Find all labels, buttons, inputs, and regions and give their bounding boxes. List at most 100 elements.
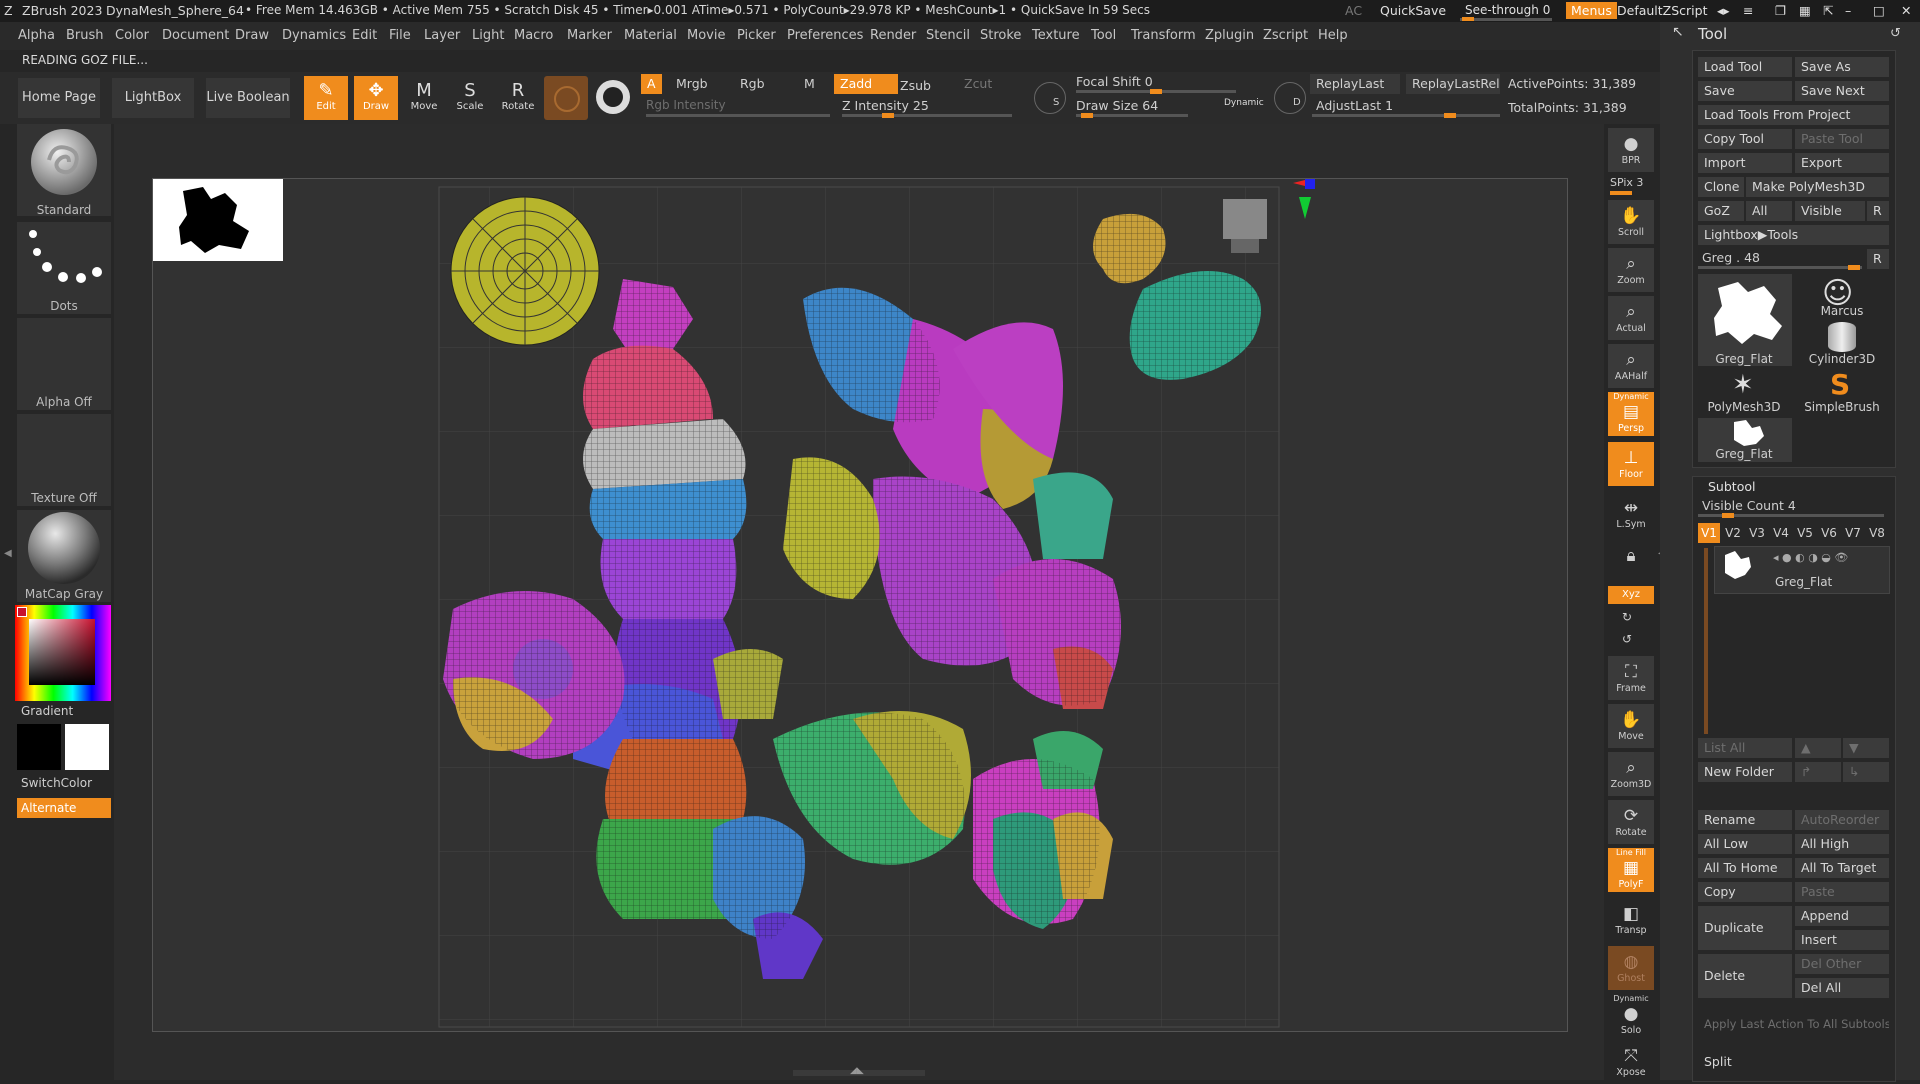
m-toggle[interactable]: M [798,74,821,94]
rotate-mode-button[interactable]: R Rotate [496,76,540,120]
floor-button[interactable]: ⊥ Floor [1608,442,1654,486]
color-picker[interactable] [15,605,111,701]
bottom-tray-arrow-icon[interactable]: ◢◣ [850,1066,864,1076]
persp-button[interactable]: Dynamic ▤ Persp [1608,392,1654,436]
tab-v8[interactable]: V8 [1866,523,1888,543]
focal-shift-knob[interactable] [1150,89,1162,94]
delete-button[interactable]: Delete [1698,954,1792,998]
copy-tool-button[interactable]: Copy Tool [1698,129,1792,149]
goz-button[interactable]: GoZ [1698,201,1744,221]
replay-last-button[interactable]: ReplayLast [1310,74,1400,94]
minimize-icon[interactable]: – [1840,2,1856,19]
dynamic-size-toggle[interactable]: Dynamic [1224,98,1264,108]
close-icon[interactable]: ✕ [1896,2,1916,19]
menu-light[interactable]: Light [472,28,504,43]
goz-all-button[interactable]: All [1746,201,1792,221]
spix-slider[interactable]: SPix 3 [1610,176,1643,189]
z-intensity-slider[interactable] [842,114,1012,117]
tab-v5[interactable]: V5 [1794,523,1816,543]
tool-tile-label-marcus[interactable]: Marcus [1796,304,1888,318]
frame-button[interactable]: ⛶ Frame [1608,656,1654,700]
menu-preferences[interactable]: Preferences [787,28,863,43]
menu-stroke[interactable]: Stroke [980,28,1021,43]
menu-zscript[interactable]: Zscript [1263,28,1308,43]
material-swatch[interactable] [544,76,588,120]
lightbox-button[interactable]: LightBox [112,78,194,118]
home-page-button[interactable]: Home Page [18,78,100,118]
cylinder3d-icon[interactable] [1828,322,1856,352]
menu-texture[interactable]: Texture [1032,28,1080,43]
local-sym-button[interactable]: ⇹ L.Sym [1608,492,1654,536]
subtool-item-greg-flat[interactable]: ◂ ● ◐ ◑ ◒ 👁︎ Greg_Flat [1714,546,1890,594]
load-tools-from-project-button[interactable]: Load Tools From Project [1698,105,1889,125]
menu-picker[interactable]: Picker [737,28,776,43]
tool-tile-label-cylinder3d[interactable]: Cylinder3D [1796,352,1888,366]
layout-arrows-icon[interactable]: ◂▸ [1712,2,1735,19]
goz-r-button[interactable]: R [1867,201,1889,221]
lazy-d-icon[interactable]: D [1274,82,1306,114]
folder-up-icon[interactable]: ↱ [1795,762,1841,782]
live-boolean-button[interactable]: Live Boolean [206,78,290,118]
tool-palette-reset-icon[interactable]: ↺ [1890,26,1901,41]
make-polymesh3d-button[interactable]: Make PolyMesh3D [1746,177,1889,197]
subtool-eye-icon[interactable]: ◂ ● ◐ ◑ ◒ 👁︎ [1773,551,1848,564]
subtool-scrollbar[interactable] [1704,548,1708,734]
menu-dynamics[interactable]: Dynamics [282,28,346,43]
color-marker[interactable] [17,607,27,617]
ghost-button[interactable]: ◍ Ghost [1608,946,1654,990]
menu-material[interactable]: Material [624,28,677,43]
paste-tool-button[interactable]: Paste Tool [1795,129,1889,149]
tab-v4[interactable]: V4 [1770,523,1792,543]
alternate-button[interactable]: Alternate [17,798,111,818]
z-intensity-knob[interactable] [881,113,894,118]
rotate-view-button[interactable]: ⟳ Rotate [1608,800,1654,844]
all-to-home-button[interactable]: All To Home [1698,858,1792,878]
menu-help[interactable]: Help [1318,28,1348,43]
menu-marker[interactable]: Marker [567,28,612,43]
move-mode-button[interactable]: M Move [402,76,446,120]
scale-mode-button[interactable]: S Scale [448,76,492,120]
tab-v2[interactable]: V2 [1722,523,1744,543]
zadd-toggle[interactable]: Zadd [834,74,898,94]
zoom3d-button[interactable]: ⌕ Zoom3D [1608,752,1654,796]
insert-button[interactable]: Insert [1795,930,1889,950]
see-through-knob[interactable] [1462,17,1474,21]
menu-document[interactable]: Document [162,28,229,43]
greg-slider[interactable] [1698,266,1862,269]
switchcolor-button[interactable]: SwitchColor [21,776,92,790]
del-other-button[interactable]: Del Other [1795,954,1889,974]
default-zscript-button[interactable]: DefaultZScript [1612,2,1713,19]
draw-mode-button[interactable]: ✥ Draw [354,76,398,120]
primary-color-swatch[interactable] [65,724,109,770]
export-button[interactable]: Export [1795,153,1889,173]
adjust-last-knob[interactable] [1444,113,1456,118]
save-button[interactable]: Save [1698,81,1792,101]
tool-tile-label-simplebrush[interactable]: SimpleBrush [1796,400,1888,414]
lightbox-tools-button[interactable]: Lightbox▶Tools [1698,225,1889,245]
mrgb-toggle[interactable]: Mrgb [670,74,732,94]
tab-v1[interactable]: V1 [1698,523,1720,543]
polyf-button[interactable]: Line Fill ▦ PolyF [1608,848,1654,892]
rotate-y-icon[interactable]: ↻ [1622,610,1632,624]
all-to-target-button[interactable]: All To Target [1795,858,1889,878]
polymesh3d-star-icon[interactable]: ✶ [1732,370,1754,400]
lock-button[interactable]: 🔒︎ [1608,540,1654,584]
zoom-button[interactable]: ⌕ Zoom [1608,248,1654,292]
split-button[interactable]: Split [1698,1052,1889,1072]
quicksave-button[interactable]: QuickSave [1375,2,1451,19]
duplicate-button[interactable]: Duplicate [1698,906,1792,950]
rotate-z-icon[interactable]: ↺ [1622,632,1632,646]
menu-macro[interactable]: Macro [514,28,553,43]
rgb-intensity-slider[interactable] [646,114,830,117]
actual-button[interactable]: ⌕ Actual [1608,296,1654,340]
solo-button[interactable]: Dynamic ● Solo [1608,994,1654,1038]
bpr-button[interactable]: ● BPR [1608,128,1654,172]
transp-button[interactable]: ◧ Transp [1608,898,1654,942]
tool-tile-label-polymesh3d[interactable]: PolyMesh3D [1698,400,1790,414]
simplebrush-icon[interactable]: S [1830,368,1850,401]
move-view-button[interactable]: ✋ Move [1608,704,1654,748]
xyz-button[interactable]: Xyz [1608,586,1654,604]
copy-subtool-button[interactable]: Copy [1698,882,1792,902]
window-tile-icon[interactable]: ❐ [1770,2,1791,19]
menus-button[interactable]: Menus [1566,2,1617,19]
